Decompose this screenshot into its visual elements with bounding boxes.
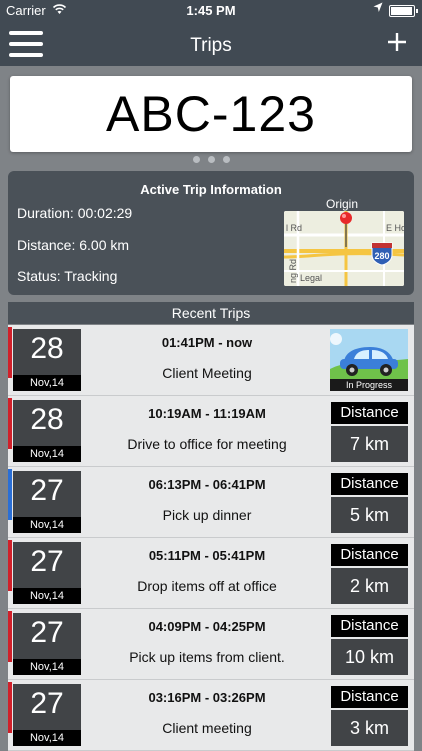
vehicle-plate-carousel[interactable]: ABC-123 — [0, 66, 422, 170]
origin-map[interactable]: l Rd E Ho ng Rd Legal 280 — [284, 211, 404, 286]
page-title: Trips — [190, 35, 232, 56]
map-road-label: ng Rd — [288, 259, 298, 283]
active-trip-header: Active Trip Information — [140, 182, 282, 197]
trip-month: Nov,14 — [13, 446, 81, 462]
trip-description: Client Meeting — [162, 365, 252, 381]
trip-date-badge: 28 Nov,14 — [13, 329, 81, 391]
trip-description: Drop items off at office — [137, 578, 277, 594]
battery-icon — [389, 5, 418, 17]
trip-month: Nov,14 — [13, 659, 81, 675]
location-arrow-icon — [373, 2, 383, 16]
trip-description: Pick up dinner — [162, 507, 252, 523]
trip-time-range: 10:19AM - 11:19AM — [148, 406, 266, 421]
page-dot[interactable] — [222, 156, 230, 163]
trip-time-range: 05:11PM - 05:41PM — [148, 548, 266, 563]
in-progress-thumbnail: In Progress — [330, 329, 408, 391]
trip-category-bar — [8, 540, 12, 591]
distance-value: 2 km — [331, 568, 408, 604]
trip-day: 28 — [30, 332, 64, 365]
trip-row[interactable]: 28 Nov,14 10:19AM - 11:19AM Drive to office… — [8, 396, 414, 467]
license-plate[interactable]: ABC-123 — [10, 76, 412, 152]
trip-row[interactable]: 27 Nov,14 03:16PM - 03:26PM Client meeting D… — [8, 680, 414, 751]
highway-number: 280 — [374, 251, 389, 261]
trip-description: Pick up items from client. — [129, 649, 285, 665]
distance-label: Distance — [331, 544, 408, 566]
trip-category-bar — [8, 682, 12, 733]
trip-day: 27 — [30, 616, 64, 649]
trip-time-range: 01:41PM - now — [161, 335, 253, 350]
distance-label: Distance — [331, 473, 408, 495]
trip-category-bar — [8, 398, 12, 449]
trip-month: Nov,14 — [13, 588, 81, 604]
page-indicator[interactable] — [0, 156, 422, 451]
trip-day: 27 — [30, 545, 64, 578]
trip-row[interactable]: 27 Nov,14 06:13PM - 06:41PM Pick up dinner D… — [8, 467, 414, 538]
trip-month: Nov,14 — [13, 375, 81, 391]
trip-category-bar — [8, 469, 12, 520]
trip-time-range: 03:16PM - 03:26PM — [148, 690, 266, 705]
car-icon — [330, 329, 408, 379]
trip-time-range: 06:13PM - 06:41PM — [148, 477, 266, 492]
distance-value: 5 km — [331, 497, 408, 533]
trip-description: Drive to office for meeting — [127, 436, 287, 452]
trip-status: Status: Tracking — [17, 268, 118, 284]
trip-date-badge: 27 Nov,14 — [13, 471, 81, 533]
recent-trips-header: Recent Trips — [8, 302, 414, 324]
distance-label: Distance — [331, 402, 408, 424]
map-road-label: l Rd — [286, 223, 302, 233]
trip-date-badge: 27 Nov,14 — [13, 684, 81, 746]
trip-date-badge: 28 Nov,14 — [13, 400, 81, 462]
distance-label: Distance — [331, 615, 408, 637]
trip-day: 27 — [30, 687, 64, 720]
trip-day: 27 — [30, 474, 64, 507]
top-bar: Carrier 1:45 PM Trips — [0, 0, 422, 66]
map-place-label: Legal — [300, 273, 322, 283]
trip-day: 28 — [30, 403, 64, 436]
map-road-label: E Ho — [386, 223, 404, 233]
trip-row[interactable]: 27 Nov,14 04:09PM - 04:25PM Pick up items f… — [8, 609, 414, 680]
trip-row[interactable]: 28 Nov,14 01:41PM - now Client Meeting In Pr… — [8, 325, 414, 396]
in-progress-label: In Progress — [330, 379, 408, 391]
distance-label: Distance — [331, 686, 408, 708]
plus-icon — [388, 33, 406, 51]
trip-distance: Distance: 6.00 km — [17, 237, 130, 253]
trip-row[interactable]: 27 Nov,14 05:11PM - 05:41PM Drop items off … — [8, 538, 414, 609]
clock: 1:45 PM — [186, 3, 236, 18]
origin-label: Origin — [326, 197, 359, 211]
trip-category-bar — [8, 327, 12, 378]
trip-category-bar — [8, 611, 12, 662]
page-dot[interactable] — [207, 156, 215, 163]
distance-value: 3 km — [331, 710, 408, 746]
trip-month: Nov,14 — [13, 517, 81, 533]
trip-date-badge: 27 Nov,14 — [13, 542, 81, 604]
page-dot[interactable] — [192, 156, 200, 163]
add-trip-button[interactable] — [387, 28, 407, 58]
distance-value: 10 km — [331, 639, 408, 675]
active-trip-panel: Active Trip Information Duration: 00:02:… — [8, 171, 414, 295]
trip-time-range: 04:09PM - 04:25PM — [148, 619, 266, 634]
trip-duration: Duration: 00:02:29 — [17, 205, 133, 221]
trip-month: Nov,14 — [13, 730, 81, 746]
trip-description: Client meeting — [162, 720, 252, 736]
status-bar: Carrier 1:45 PM — [0, 0, 422, 22]
trip-date-badge: 27 Nov,14 — [13, 613, 81, 675]
distance-value: 7 km — [331, 426, 408, 462]
